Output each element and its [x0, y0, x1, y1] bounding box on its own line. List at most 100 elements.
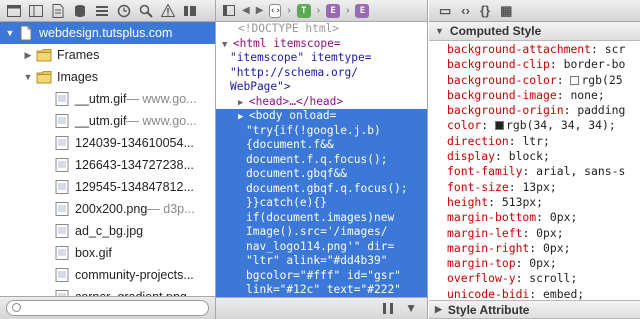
computed-style-row[interactable]: margin-top: 0px;: [447, 256, 640, 271]
color-swatch[interactable]: [570, 75, 580, 85]
breadcrumb-element-body[interactable]: E: [355, 3, 370, 18]
tree-item-label: 124039-134610054...: [75, 136, 194, 150]
computed-style-row[interactable]: margin-right: 0px;: [447, 241, 640, 256]
metrics-tab-icon[interactable]: ▦: [500, 3, 512, 19]
sidebar-toggle-icon[interactable]: [4, 2, 24, 20]
pause-icon[interactable]: [383, 303, 393, 314]
tree-resource[interactable]: box.gif: [0, 242, 215, 264]
property-value: none;: [570, 87, 605, 102]
network-icon[interactable]: [92, 2, 112, 20]
folder-icon: [36, 69, 52, 85]
tree-resource[interactable]: 126643-134727238...: [0, 154, 215, 176]
style-attribute-header[interactable]: ▶ Style Attribute: [429, 300, 640, 319]
tree-folder[interactable]: ▼ Images: [0, 66, 215, 88]
computed-style-row[interactable]: background-origin: padding: [447, 103, 640, 118]
property-name: margin-bottom: [447, 210, 537, 225]
disclosure-open-icon[interactable]: ▼: [4, 28, 16, 38]
disclosure-closed-icon[interactable]: ▶: [22, 50, 34, 61]
breadcrumb-separator-icon: ›: [287, 5, 291, 16]
styles-sidebar: ▭ ‹› {} ▦ ▼ Computed Style background-at…: [429, 0, 640, 319]
property-name: overflow-y: [447, 271, 516, 286]
computed-style-row[interactable]: background-clip: border-bo: [447, 57, 640, 72]
css-braces-icon[interactable]: {}: [480, 3, 490, 18]
computed-style-row[interactable]: overflow-y: scroll;: [447, 271, 640, 286]
breadcrumb-document-icon[interactable]: ‹›: [269, 3, 282, 18]
dom-tree-pane: ◀ ▶ ‹› › T › E › E <!DOCTYPE html> ▼ <ht…: [216, 0, 428, 319]
forward-arrow-icon[interactable]: ▶: [256, 5, 264, 16]
computed-style-row[interactable]: background-color: rgb(25: [447, 73, 640, 88]
styles-toolbar: ▭ ‹› {} ▦: [429, 0, 640, 22]
computed-style-row[interactable]: background-image: none;: [447, 88, 640, 103]
doctype-node[interactable]: <!DOCTYPE html>: [216, 22, 427, 37]
color-swatch[interactable]: [495, 121, 505, 131]
computed-style-row[interactable]: height: 513px;: [447, 195, 640, 210]
warning-icon[interactable]: [158, 2, 178, 20]
property-name: background-clip: [447, 57, 550, 72]
body-attr-line: bgcolor="#fff" id="gsr": [246, 268, 401, 282]
database-icon[interactable]: [70, 2, 90, 20]
expand-down-icon[interactable]: ▼: [405, 301, 417, 315]
computed-style-row[interactable]: unicode-bidi: embed;: [447, 287, 640, 300]
body-attr-line: "ltr" alink="#dd4b39": [246, 254, 388, 267]
frames-icon[interactable]: [26, 2, 46, 20]
tree-resource[interactable]: __utm.gif — www.go...: [0, 88, 215, 110]
tree-resource[interactable]: 124039-134610054...: [0, 132, 215, 154]
image-icon: [54, 289, 70, 296]
tree-resource[interactable]: ad_c_bg.jpg: [0, 220, 215, 242]
property-name: background-image: [447, 87, 557, 102]
tree-resource[interactable]: 200x200.png — d3p...: [0, 198, 215, 220]
property-colon: :: [522, 164, 537, 179]
pane-toggle-icon[interactable]: [222, 2, 236, 20]
document-icon[interactable]: [48, 2, 68, 20]
property-value: 0px;: [549, 210, 578, 225]
disclosure-open-icon[interactable]: ▼: [22, 72, 34, 82]
property-value: block;: [508, 149, 550, 164]
tree-folder[interactable]: ▶ Frames: [0, 44, 215, 66]
property-colon: :: [515, 256, 530, 271]
html-tag-open: <html itemscope=: [232, 36, 341, 50]
property-name: background-origin: [447, 103, 564, 118]
tree-resource[interactable]: community-projects...: [0, 264, 215, 286]
tree-resource[interactable]: __utm.gif — www.go...: [0, 110, 215, 132]
html-node[interactable]: ▼ <html itemscope=: [216, 37, 427, 52]
tree-root[interactable]: ▼ webdesign.tutsplus.com: [0, 22, 215, 44]
property-name: unicode-bidi: [447, 286, 530, 300]
disclosure-open-icon: ▼: [435, 26, 444, 36]
property-value: 13px;: [522, 179, 557, 194]
computed-style-row[interactable]: margin-left: 0px;: [447, 226, 640, 241]
computed-style-row[interactable]: font-family: arial, sans-s: [447, 164, 640, 179]
computed-style-row[interactable]: direction: ltr;: [447, 134, 640, 149]
computed-style-row[interactable]: margin-bottom: 0px;: [447, 210, 640, 225]
search-icon[interactable]: [136, 2, 156, 20]
computed-style-row[interactable]: background-attachment: scr: [447, 42, 640, 57]
head-node[interactable]: ▶ <head>…</head>: [216, 95, 427, 110]
back-arrow-icon[interactable]: ◀: [242, 5, 250, 16]
property-colon: :: [563, 103, 578, 118]
image-icon: [54, 91, 70, 107]
computed-style-row[interactable]: color: rgb(34, 34, 34);: [447, 118, 640, 133]
disclosure-closed-icon[interactable]: ▶: [238, 98, 249, 108]
timeline-clock-icon[interactable]: [114, 2, 134, 20]
disclosure-open-icon[interactable]: ▼: [222, 40, 233, 50]
breadcrumb-text-node[interactable]: T: [296, 3, 311, 18]
code-tab-icon[interactable]: ‹›: [461, 3, 470, 18]
style-attribute-title: Style Attribute: [447, 302, 530, 317]
body-attr-line: link="#12c" text="#222": [246, 283, 401, 296]
body-node-selected[interactable]: ▶ <body onload= "try{if(!google.j.b) {docu…: [216, 109, 427, 297]
tree-resource[interactable]: corner_gradient.png: [0, 286, 215, 296]
computed-style-header[interactable]: ▼ Computed Style: [429, 22, 640, 41]
property-colon: :: [556, 87, 571, 102]
disclosure-closed-icon[interactable]: ▶: [238, 112, 249, 122]
dom-tab-icon[interactable]: ▭: [439, 3, 451, 19]
debugger-icon[interactable]: [180, 2, 200, 20]
tree-resource[interactable]: 129545-134847812...: [0, 176, 215, 198]
tree-item-domain: — www.go...: [126, 92, 197, 106]
property-name: font-size: [447, 179, 509, 194]
property-colon: :: [591, 42, 605, 56]
breadcrumb-element-html[interactable]: E: [326, 3, 341, 18]
html-attr-line: "http://schema.org/: [230, 65, 358, 79]
property-name: background-attachment: [447, 42, 592, 56]
computed-style-row[interactable]: font-size: 13px;: [447, 180, 640, 195]
filter-input[interactable]: [6, 300, 209, 316]
computed-style-row[interactable]: display: block;: [447, 149, 640, 164]
